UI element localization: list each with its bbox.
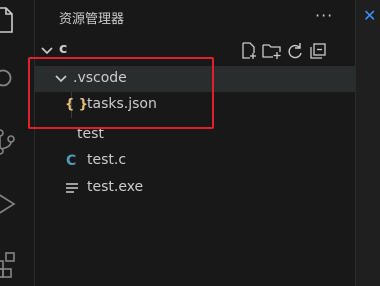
highlight-box xyxy=(28,57,214,129)
tree-file-test-exe[interactable]: test.exe xyxy=(35,175,355,201)
extensions-icon[interactable] xyxy=(0,244,34,284)
tree-file-test-c[interactable]: C test.c xyxy=(35,148,355,174)
explorer-title: 资源管理器 xyxy=(59,12,125,27)
chevron-down-icon xyxy=(41,47,53,55)
explorer-actions xyxy=(237,40,329,62)
collapse-all-icon[interactable] xyxy=(306,40,329,62)
editor-tab-strip: ✕ xyxy=(355,0,380,286)
new-file-icon[interactable] xyxy=(237,40,260,62)
tree-item-label: test.exe xyxy=(87,179,144,195)
run-debug-icon[interactable] xyxy=(0,184,34,224)
new-folder-icon[interactable] xyxy=(260,40,283,62)
close-icon[interactable]: ✕ xyxy=(363,6,376,25)
refresh-icon[interactable] xyxy=(283,40,306,62)
explorer-panel: 资源管理器 ··· c .vscode { } tasks.json test xyxy=(35,0,355,286)
explorer-header: 资源管理器 ··· xyxy=(35,0,355,34)
more-actions-button[interactable]: ··· xyxy=(315,6,333,25)
explorer-icon[interactable] xyxy=(0,0,34,40)
tree-item-label: test.c xyxy=(87,152,127,168)
activity-bar xyxy=(0,0,35,286)
file-lines-icon xyxy=(66,183,78,193)
folder-name: c xyxy=(59,41,68,57)
c-file-icon: C xyxy=(66,153,77,169)
